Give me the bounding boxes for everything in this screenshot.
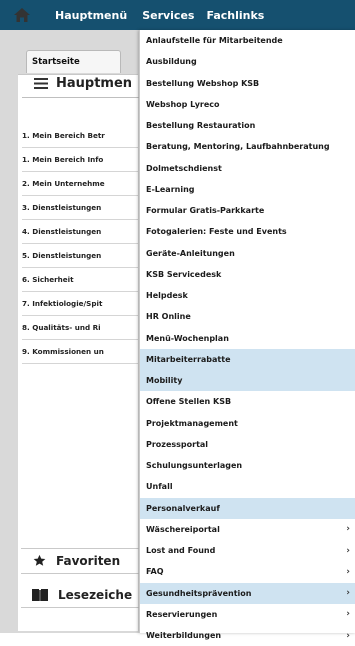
services-menu-item[interactable]: Mobility [140, 370, 355, 392]
services-menu-item[interactable]: Formular Gratis-Parkkarte [140, 200, 355, 221]
chevron-right-icon: › [346, 566, 350, 577]
services-menu-item-label: Formular Gratis-Parkkarte [146, 206, 265, 216]
services-menu-item-label: Wäschereiportal [146, 524, 220, 534]
services-menu-item[interactable]: Beratung, Mentoring, Laufbahnberatung [140, 136, 355, 157]
services-menu-item[interactable]: Prozessportal [140, 434, 355, 455]
services-menu-item[interactable]: Reservierungen › [140, 604, 355, 625]
services-menu-item[interactable]: Lost and Found › [140, 540, 355, 561]
services-menu-item-label: Ausbildung [146, 57, 197, 67]
services-menu-item[interactable]: Fotogalerien: Feste und Events [140, 221, 355, 242]
lesezeichen-header[interactable]: Lesezeiche [21, 583, 139, 608]
services-menu-item-label: Webshop Lyreco [146, 99, 220, 109]
lesezeichen-title: Lesezeiche [58, 588, 133, 602]
hauptmenu-item[interactable]: 3. Dienstleistungen [22, 196, 138, 220]
services-menu-item-label: Gesundheitsprävention [146, 588, 252, 598]
services-menu-item[interactable]: KSB Servicedesk [140, 264, 355, 285]
services-menu-item[interactable]: Menü-Wochenplan [140, 328, 355, 349]
services-menu-item[interactable]: Bestellung Webshop KSB [140, 73, 355, 94]
services-menu-item[interactable]: Projektmanagement [140, 413, 355, 434]
services-menu-item[interactable]: Ausbildung [140, 51, 355, 72]
services-menu-item-label: Menü-Wochenplan [146, 333, 229, 343]
hauptmenu-item[interactable]: 6. Sicherheit [22, 268, 138, 292]
services-menu-item-label: E-Learning [146, 184, 195, 194]
services-menu-item[interactable]: Gesundheitsprävention › [140, 582, 355, 604]
services-menu-item[interactable]: Schulungsunterlagen [140, 455, 355, 476]
services-menu-item[interactable]: Bestellung Restauration [140, 115, 355, 136]
services-menu-item-label: Bestellung Restauration [146, 121, 256, 131]
hauptmenu-item[interactable]: 9. Kommissionen un [22, 340, 138, 364]
services-menu-item-label: Beratung, Mentoring, Laufbahnberatung [146, 142, 330, 152]
hauptmenu-item[interactable]: 1. Mein Bereich Info [22, 148, 138, 172]
services-menu-item[interactable]: Helpdesk [140, 285, 355, 306]
services-menu-item-label: HR Online [146, 312, 191, 322]
services-menu-item-label: Lost and Found [146, 546, 216, 556]
services-menu-item[interactable]: Wäschereiportal › [140, 519, 355, 540]
services-dropdown-menu: Anlaufstelle für Mitarbeitende Ausbildung… [139, 30, 355, 641]
services-menu-item-label: Anlaufstelle für Mitarbeitende [146, 36, 283, 46]
hauptmenu-box-title: Hauptmen [56, 75, 133, 91]
services-menu-item[interactable]: Dolmetschdienst [140, 158, 355, 179]
favoriten-header[interactable]: Favoriten [21, 548, 139, 574]
services-menu-item[interactable]: Anlaufstelle für Mitarbeitende [140, 30, 355, 51]
home-icon[interactable] [7, 0, 37, 30]
services-menu-item-label: FAQ [146, 567, 164, 577]
nav-hauptmenu[interactable]: Hauptmenü [55, 9, 127, 22]
hauptmenu-item[interactable]: 4. Dienstleistungen [22, 220, 138, 244]
services-menu-item[interactable]: Offene Stellen KSB [140, 391, 355, 412]
chevron-right-icon: › [346, 545, 350, 556]
services-menu-item-label: Mobility [146, 376, 183, 386]
book-icon [32, 586, 48, 605]
services-menu-item[interactable]: Unfall [140, 476, 355, 497]
chevron-right-icon: › [346, 524, 350, 535]
nav-services[interactable]: Services [142, 9, 194, 22]
services-menu-item-label: Dolmetschdienst [146, 163, 222, 173]
services-menu-item-label: Helpdesk [146, 291, 188, 301]
services-menu-item[interactable]: Geräte-Anleitungen [140, 243, 355, 264]
hauptmenu-list: 1. Mein Bereich Betr 1. Mein Bereich Inf… [22, 124, 138, 364]
hauptmenu-item[interactable]: 5. Dienstleistungen [22, 244, 138, 268]
services-menu-item-label: Geräte-Anleitungen [146, 248, 235, 258]
services-menu-item-label: Prozessportal [146, 439, 209, 449]
star-icon [33, 552, 46, 571]
services-menu-item-label: KSB Servicedesk [146, 269, 222, 279]
hauptmenu-item[interactable]: 7. Infektiologie/Spit [22, 292, 138, 316]
services-menu-item[interactable]: E-Learning [140, 179, 355, 200]
chevron-right-icon: › [346, 630, 350, 641]
chevron-right-icon: › [346, 588, 350, 599]
services-menu-item-label: Offene Stellen KSB [146, 397, 232, 407]
top-navigation-bar: Hauptmenü Services Fachlinks [0, 0, 355, 30]
services-menu-item[interactable]: Webshop Lyreco [140, 94, 355, 115]
services-menu-item-label: Bestellung Webshop KSB [146, 78, 260, 88]
services-menu-item[interactable]: Personalverkauf [140, 497, 355, 519]
services-menu-item[interactable]: Mitarbeiterrabatte [140, 348, 355, 370]
services-menu-item[interactable]: HR Online [140, 306, 355, 327]
services-menu-item[interactable]: FAQ › [140, 561, 355, 582]
services-menu-item-label: Reservierungen [146, 609, 218, 619]
hauptmenu-item[interactable]: 8. Qualitäts- und Ri [22, 316, 138, 340]
favoriten-title: Favoriten [56, 554, 121, 568]
services-menu-item-label: Unfall [146, 482, 173, 492]
hauptmenu-box-header[interactable]: Hauptmen [22, 69, 149, 98]
services-menu-item-label: Mitarbeiterrabatte [146, 354, 231, 364]
services-menu-item-label: Fotogalerien: Feste und Events [146, 227, 287, 237]
nav-fachlinks[interactable]: Fachlinks [206, 9, 264, 22]
hamburger-icon [34, 74, 48, 93]
services-menu-item-label: Schulungsunterlagen [146, 461, 243, 471]
services-menu-item-label: Projektmanagement [146, 418, 238, 428]
services-menu-item-label: Weiterbildungen [146, 631, 222, 641]
hauptmenu-item[interactable]: 2. Mein Unternehme [22, 172, 138, 196]
services-menu-item[interactable]: Weiterbildungen › [140, 625, 355, 646]
chevron-right-icon: › [346, 609, 350, 620]
hauptmenu-item[interactable]: 1. Mein Bereich Betr [22, 124, 138, 148]
services-menu-item-label: Personalverkauf [146, 503, 220, 513]
